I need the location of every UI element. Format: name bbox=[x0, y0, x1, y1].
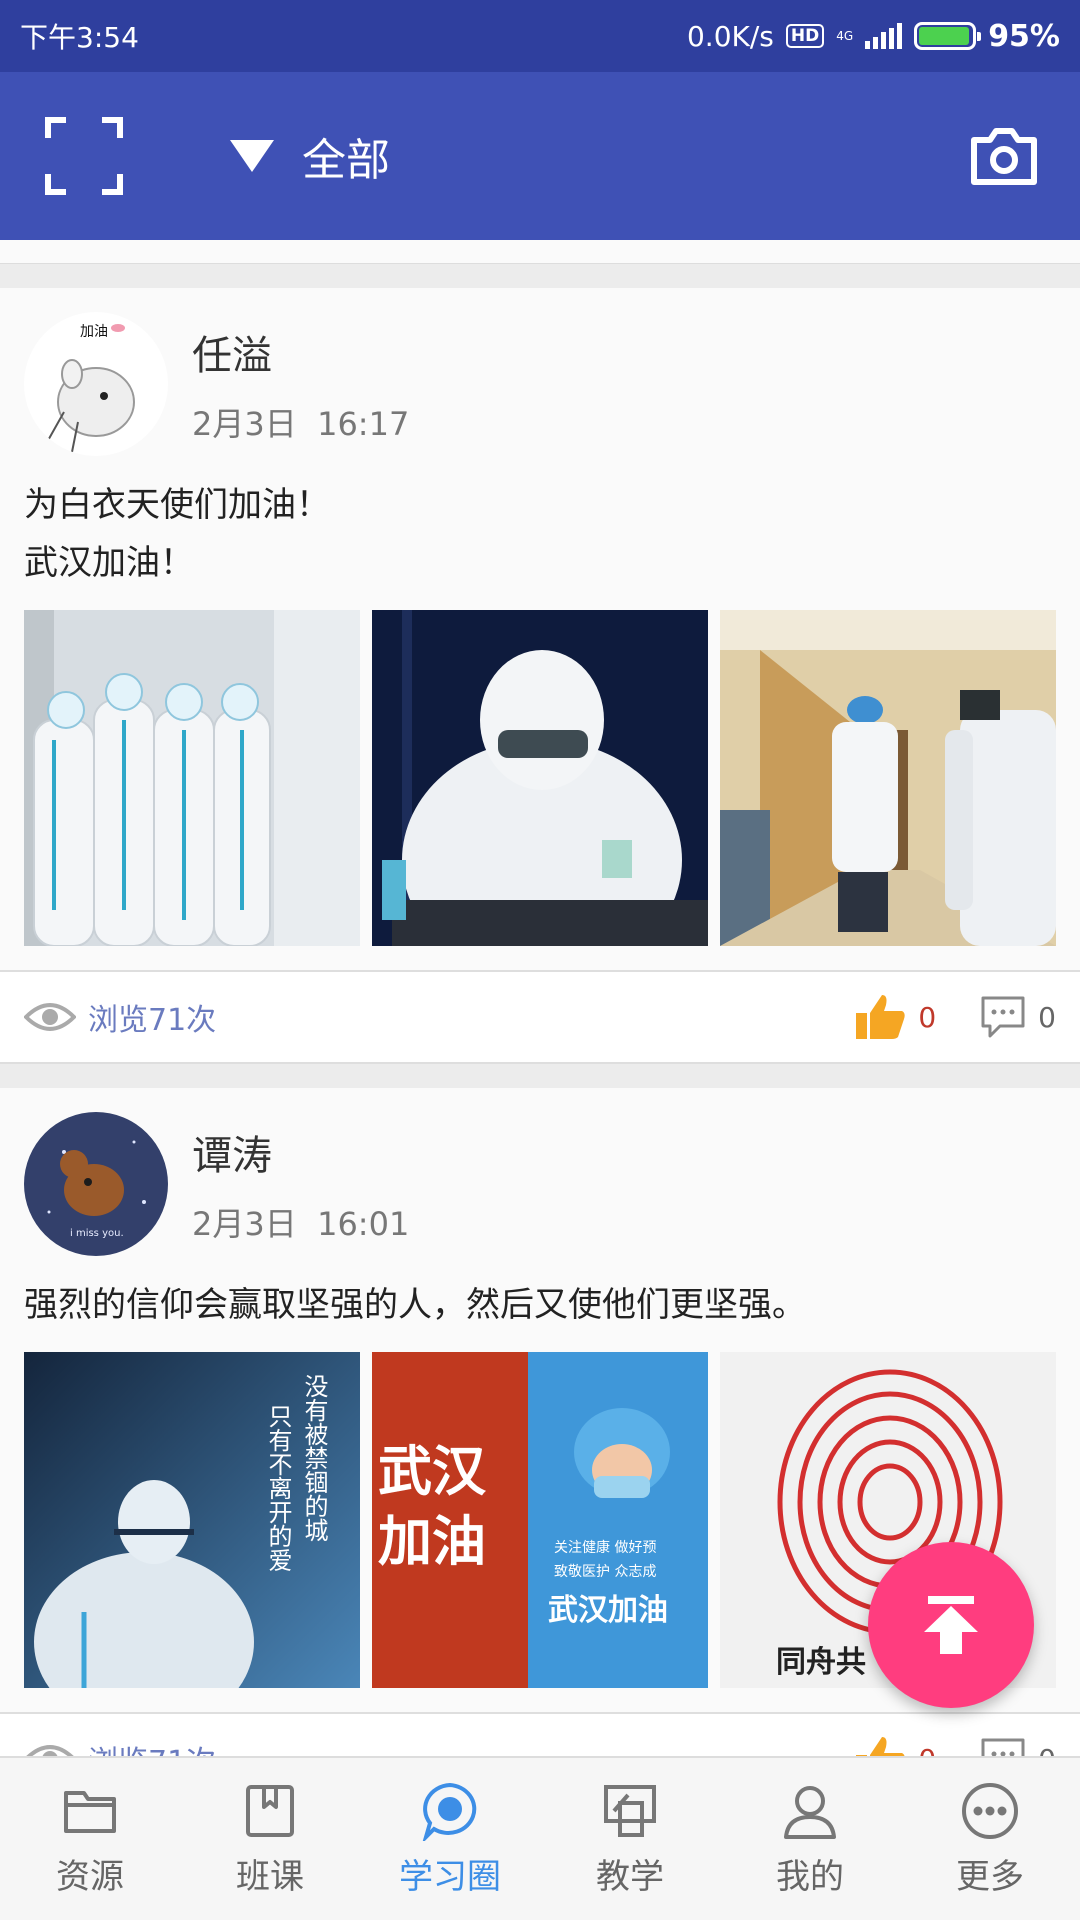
filter-label: 全部 bbox=[302, 135, 390, 186]
nav-label: 资源 bbox=[56, 1856, 124, 1897]
nav-item-resources[interactable]: 资源 bbox=[0, 1758, 180, 1920]
status-time: 下午3:54 bbox=[20, 21, 139, 54]
post-header: 加油 任溢 2月3日 16:17 bbox=[0, 288, 1080, 456]
signal-icon bbox=[865, 23, 903, 49]
nav-label: 更多 bbox=[956, 1856, 1024, 1897]
poster-text: 加油 bbox=[378, 1510, 486, 1573]
post-photo[interactable] bbox=[372, 610, 708, 946]
post-photo[interactable]: 武汉 加油 关注健康 做好预 致敬医护 众志成 武汉加油 bbox=[372, 1352, 708, 1688]
post-stats-bar: 浏览71次 0 0 bbox=[0, 1712, 1080, 1756]
avatar-caption: 加油 bbox=[80, 324, 108, 340]
battery-icon bbox=[914, 22, 982, 50]
nav-item-more[interactable]: 更多 bbox=[900, 1758, 1080, 1920]
poster-text: 没有被禁锢的城 bbox=[300, 1374, 328, 1542]
feed-list[interactable]: 加油 任溢 2月3日 16:17 为白衣天使们加油！ 武汉加油！ 浏览71次 0… bbox=[0, 240, 1080, 1756]
folder-icon bbox=[64, 1790, 116, 1833]
post-stats-bar: 浏览71次 0 0 bbox=[0, 970, 1080, 1064]
view-count: 浏览71次 bbox=[24, 995, 854, 1039]
top-app-bar: 全部 bbox=[0, 72, 1080, 240]
nav-item-teaching[interactable]: 教学 bbox=[540, 1758, 720, 1920]
nav-label: 我的 bbox=[776, 1856, 844, 1897]
eye-icon bbox=[26, 1745, 74, 1756]
thumbs-up-icon bbox=[856, 1737, 905, 1756]
photo-grid bbox=[0, 592, 1080, 970]
post-timestamp: 2月3日 16:17 bbox=[192, 405, 410, 443]
post-header: i miss you. 谭涛 2月3日 16:01 bbox=[0, 1088, 1080, 1256]
like-count: 0 bbox=[918, 1000, 937, 1034]
view-count-text: 浏览71次 bbox=[88, 1003, 217, 1038]
more-icon bbox=[962, 1782, 1018, 1839]
nav-item-study-circle[interactable]: 学习圈 bbox=[360, 1758, 540, 1920]
comment-count: 0 bbox=[1038, 1743, 1056, 1757]
post-timestamp: 2月3日 16:01 bbox=[192, 1205, 410, 1243]
previous-card-edge bbox=[0, 240, 1080, 264]
nav-label: 教学 bbox=[596, 1856, 664, 1897]
status-bar: 下午3:54 0.0K/s HD 4G 95% bbox=[0, 0, 1080, 72]
like-count: 0 bbox=[918, 1743, 936, 1757]
like-button[interactable]: 0 bbox=[854, 993, 936, 1041]
post-photo[interactable] bbox=[24, 610, 360, 946]
filter-dropdown[interactable]: 全部 bbox=[228, 124, 968, 188]
arrow-to-top-icon bbox=[924, 1596, 978, 1654]
camera-button[interactable] bbox=[968, 124, 1040, 188]
like-button[interactable]: 0 bbox=[854, 1735, 936, 1756]
thumbs-up-icon bbox=[856, 995, 906, 1039]
avatar[interactable]: 加油 bbox=[24, 312, 168, 456]
scan-button[interactable] bbox=[44, 116, 124, 196]
teaching-icon bbox=[604, 1784, 656, 1837]
poster-text: 致敬医护 众志成 bbox=[554, 1564, 656, 1580]
post-card[interactable]: 加油 任溢 2月3日 16:17 为白衣天使们加油！ 武汉加油！ 浏览71次 0… bbox=[0, 288, 1080, 1064]
poster-text: 同舟共 bbox=[776, 1645, 866, 1680]
bookmark-icon bbox=[246, 1784, 294, 1837]
author-name[interactable]: 谭涛 bbox=[192, 1123, 409, 1181]
poster-text: 只有不离开的爱 bbox=[264, 1404, 292, 1572]
scan-icon bbox=[45, 117, 123, 195]
avatar-caption: i miss you. bbox=[70, 1228, 124, 1239]
post-content: 强烈的信仰会赢取坚强的人，然后又使他们更坚强。 bbox=[0, 1256, 1080, 1334]
comment-icon bbox=[981, 1738, 1025, 1756]
comment-count: 0 bbox=[1038, 1000, 1056, 1034]
author-name[interactable]: 任溢 bbox=[192, 323, 409, 381]
network-type: 4G bbox=[836, 29, 854, 43]
nav-label: 班课 bbox=[236, 1856, 304, 1897]
poster-text: 武汉 bbox=[378, 1440, 487, 1503]
post-text-line: 为白衣天使们加油！ bbox=[24, 485, 330, 525]
post-photo[interactable]: 没有被禁锢的城 只有不离开的爱 bbox=[24, 1352, 360, 1688]
net-speed: 0.0K/s bbox=[686, 19, 774, 53]
nav-item-mine[interactable]: 我的 bbox=[720, 1758, 900, 1920]
avatar[interactable]: i miss you. bbox=[24, 1112, 168, 1256]
poster-text: 关注健康 做好预 bbox=[554, 1539, 656, 1556]
status-indicators: 0.0K/s HD 4G 95% bbox=[687, 19, 1060, 54]
view-count-text: 浏览71次 bbox=[88, 1737, 216, 1756]
post-text-line: 武汉加油！ bbox=[24, 543, 194, 583]
comment-button[interactable]: 0 bbox=[980, 994, 1056, 1040]
camera-icon bbox=[971, 128, 1037, 185]
eye-icon bbox=[24, 1003, 76, 1031]
chat-bubble-icon bbox=[422, 1782, 477, 1841]
post-photo[interactable] bbox=[720, 610, 1056, 946]
poster-text: 武汉加油 bbox=[548, 1593, 668, 1628]
hd-icon: HD bbox=[785, 24, 825, 48]
comment-icon bbox=[981, 996, 1025, 1038]
post-content: 为白衣天使们加油！ 武汉加油！ bbox=[0, 456, 1080, 592]
battery-percent: 95% bbox=[988, 18, 1060, 54]
post-text-line: 强烈的信仰会赢取坚强的人，然后又使他们更坚强。 bbox=[24, 1285, 806, 1325]
person-icon bbox=[784, 1785, 836, 1839]
triangle-down-icon bbox=[230, 140, 274, 172]
scroll-to-top-button[interactable] bbox=[868, 1542, 1034, 1708]
view-count: 浏览71次 bbox=[24, 1737, 854, 1756]
comment-button[interactable]: 0 bbox=[980, 1736, 1056, 1756]
bottom-navigation: 资源 班课 学习圈 教学 我的 更多 bbox=[0, 1756, 1080, 1920]
nav-label: 学习圈 bbox=[399, 1856, 501, 1897]
nav-item-classes[interactable]: 班课 bbox=[180, 1758, 360, 1920]
